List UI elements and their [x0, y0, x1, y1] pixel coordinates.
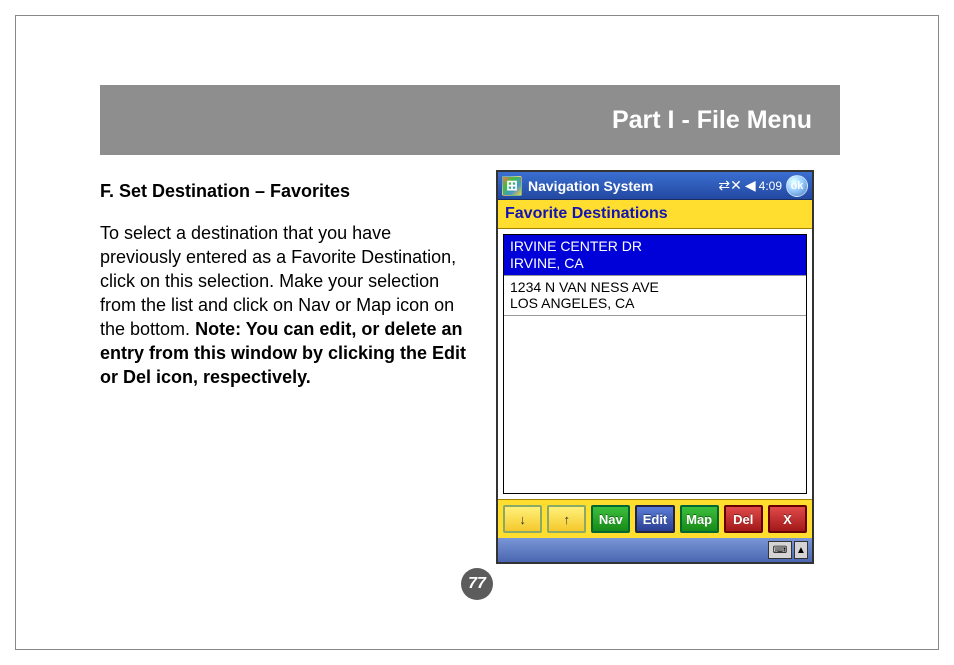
screen-title: Favorite Destinations	[498, 200, 812, 229]
scroll-up-button[interactable]: ↑	[547, 505, 586, 533]
edit-button[interactable]: Edit	[635, 505, 674, 533]
list-item[interactable]: 1234 N VAN NESS AVE LOS ANGELES, CA	[504, 276, 806, 317]
volume-icon[interactable]: ◀	[745, 177, 756, 194]
wm-app-title: Navigation System	[528, 178, 714, 194]
wm-titlebar: ⊞ Navigation System ⇄✕ ◀ 4:09 ok	[498, 172, 812, 200]
windows-start-icon[interactable]: ⊞	[502, 176, 522, 196]
close-button[interactable]: X	[768, 505, 807, 533]
header-title: Part I - File Menu	[612, 106, 812, 135]
section-heading: F. Set Destination – Favorites	[100, 180, 470, 204]
body-text: F. Set Destination – Favorites To select…	[100, 180, 470, 390]
list-item-line2: LOS ANGELES, CA	[510, 295, 800, 312]
ok-button[interactable]: ok	[786, 175, 808, 197]
clock: 4:09	[759, 179, 782, 193]
list-item[interactable]: IRVINE CENTER DR IRVINE, CA	[504, 235, 806, 276]
del-button[interactable]: Del	[724, 505, 763, 533]
toolbar: ↓ ↑ Nav Edit Map Del X	[498, 499, 812, 538]
keyboard-icon[interactable]: ⌨	[768, 541, 792, 559]
sip-up-icon[interactable]: ▲	[794, 541, 808, 559]
device-screenshot: ⊞ Navigation System ⇄✕ ◀ 4:09 ok Favorit…	[496, 170, 814, 564]
nav-button[interactable]: Nav	[591, 505, 630, 533]
connectivity-icon[interactable]: ⇄✕	[718, 177, 741, 194]
list-item-line1: IRVINE CENTER DR	[510, 238, 800, 255]
page-number: 77	[461, 568, 493, 600]
map-button[interactable]: Map	[680, 505, 719, 533]
list-item-line1: 1234 N VAN NESS AVE	[510, 279, 800, 296]
list-item-line2: IRVINE, CA	[510, 255, 800, 272]
scroll-down-button[interactable]: ↓	[503, 505, 542, 533]
wm-status-area: ⇄✕ ◀ 4:09	[718, 177, 782, 194]
favorites-list: IRVINE CENTER DR IRVINE, CA 1234 N VAN N…	[503, 234, 807, 494]
wm-bottom-bar: ⌨ ▲	[498, 538, 812, 562]
header-bar: Part I - File Menu	[100, 85, 840, 155]
favorites-list-area: IRVINE CENTER DR IRVINE, CA 1234 N VAN N…	[498, 229, 812, 499]
